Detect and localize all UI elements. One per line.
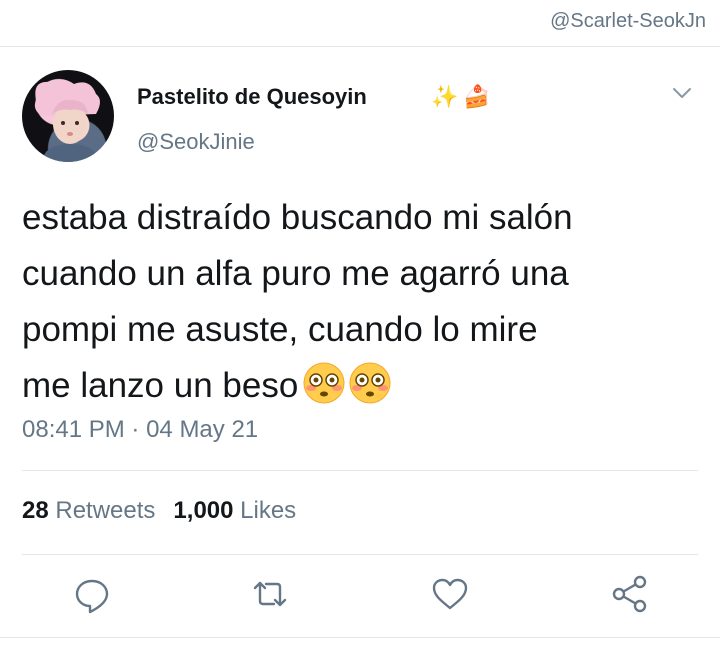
tweet-text: estaba distraído buscando mi salón cuand… [22, 190, 702, 414]
divider [0, 46, 720, 47]
likes-count: 1,000 [173, 497, 234, 524]
like-icon[interactable] [430, 574, 470, 614]
tweet-line: pompi me asuste, cuando lo mire [22, 310, 538, 349]
tweet-stats: 28 Retweets 1,000 Likes [22, 497, 296, 525]
flushed-face-icon [303, 362, 345, 404]
divider [0, 637, 720, 638]
display-name[interactable]: Pastelito de Quesoyin [137, 84, 367, 110]
reply-icon[interactable] [72, 574, 112, 614]
share-icon[interactable] [610, 574, 650, 614]
tweet-line: me lanzo un beso [22, 366, 299, 405]
action-bar [0, 574, 720, 618]
tweet-time: 08:41 PM [22, 416, 125, 443]
retweet-icon[interactable] [250, 574, 290, 614]
retweets-count: 28 [22, 497, 49, 524]
watermark: @Scarlet-SeokJn [550, 10, 706, 32]
meta-separator: · [131, 416, 140, 443]
flushed-face-icon [349, 362, 391, 404]
chevron-down-icon[interactable] [672, 86, 692, 100]
divider [22, 470, 698, 471]
user-handle[interactable]: @SeokJinie [137, 129, 255, 155]
likes-label: Likes [240, 497, 297, 524]
retweets-stat[interactable]: 28 Retweets [22, 497, 155, 524]
avatar[interactable] [22, 70, 114, 162]
tweet-line: estaba distraído buscando mi salón [22, 198, 573, 237]
cake-icon: 🍰 [463, 84, 491, 109]
tweet-line-last: me lanzo un beso [22, 358, 702, 414]
likes-stat[interactable]: 1,000 Likes [173, 497, 296, 524]
tweet-line: cuando un alfa puro me agarró una [22, 254, 569, 293]
tweet-timestamp[interactable]: 08:41 PM · 04 May 21 [22, 416, 258, 444]
divider [22, 554, 698, 555]
retweets-label: Retweets [55, 497, 156, 524]
tweet-date: 04 May 21 [146, 416, 259, 443]
avatar-image [34, 79, 100, 162]
sparkles-icon: ✨ [431, 84, 459, 109]
